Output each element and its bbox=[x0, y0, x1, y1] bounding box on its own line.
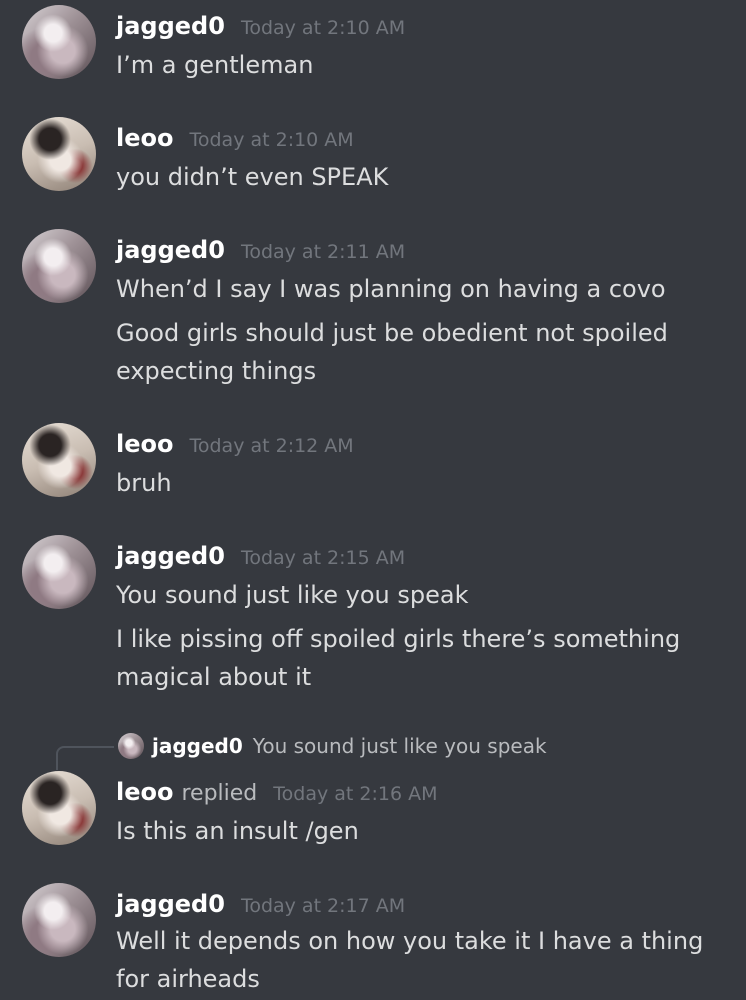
username[interactable]: leoo bbox=[116, 778, 173, 806]
timestamp[interactable]: Today at 2:10 AM bbox=[189, 129, 353, 151]
replied-label: replied bbox=[181, 781, 258, 806]
reply-preview[interactable]: jagged0 You sound just like you speak bbox=[118, 733, 547, 759]
avatar-jagged0[interactable] bbox=[22, 535, 96, 609]
timestamp[interactable]: Today at 2:16 AM bbox=[273, 783, 437, 805]
message-text: I’m a gentleman bbox=[116, 51, 314, 79]
reply-text[interactable]: You sound just like you speak bbox=[253, 734, 547, 758]
message-header: jagged0 Today at 2:11 AM bbox=[116, 236, 405, 264]
timestamp[interactable]: Today at 2:17 AM bbox=[241, 895, 405, 917]
message-text: for airheads bbox=[116, 965, 260, 993]
message-text: You sound just like you speak bbox=[116, 581, 469, 609]
message-text: Well it depends on how you take it I hav… bbox=[116, 927, 704, 955]
avatar-leoo[interactable] bbox=[22, 771, 96, 845]
message-text: Good girls should just be obedient not s… bbox=[116, 319, 668, 347]
message-text: bruh bbox=[116, 469, 172, 497]
username[interactable]: jagged0 bbox=[116, 542, 225, 570]
timestamp[interactable]: Today at 2:15 AM bbox=[241, 547, 405, 569]
message-header: jagged0 Today at 2:10 AM bbox=[116, 12, 405, 40]
reply-connector bbox=[56, 746, 114, 770]
avatar-jagged0[interactable] bbox=[22, 5, 96, 79]
message-text: Is this an insult /gen bbox=[116, 817, 359, 845]
message-header: jagged0 Today at 2:17 AM bbox=[116, 890, 405, 918]
avatar-jagged0[interactable] bbox=[22, 229, 96, 303]
message-header: leoo replied Today at 2:16 AM bbox=[116, 778, 438, 806]
timestamp[interactable]: Today at 2:12 AM bbox=[189, 435, 353, 457]
avatar-jagged0[interactable] bbox=[22, 883, 96, 957]
reply-username[interactable]: jagged0 bbox=[152, 734, 243, 758]
message-text: you didn’t even SPEAK bbox=[116, 163, 389, 191]
message-text: magical about it bbox=[116, 663, 312, 691]
avatar-leoo[interactable] bbox=[22, 117, 96, 191]
username[interactable]: leoo bbox=[116, 124, 173, 152]
message-header: leoo Today at 2:10 AM bbox=[116, 124, 354, 152]
username[interactable]: jagged0 bbox=[116, 236, 225, 264]
avatar-leoo[interactable] bbox=[22, 423, 96, 497]
timestamp[interactable]: Today at 2:11 AM bbox=[241, 241, 405, 263]
message-text: I like pissing off spoiled girls there’s… bbox=[116, 625, 681, 653]
username[interactable]: jagged0 bbox=[116, 890, 225, 918]
username[interactable]: leoo bbox=[116, 430, 173, 458]
message-text: expecting things bbox=[116, 357, 317, 385]
message-text: When’d I say I was planning on having a … bbox=[116, 275, 666, 303]
timestamp[interactable]: Today at 2:10 AM bbox=[241, 17, 405, 39]
username[interactable]: jagged0 bbox=[116, 12, 225, 40]
message-header: jagged0 Today at 2:15 AM bbox=[116, 542, 405, 570]
reply-avatar-jagged0 bbox=[118, 733, 144, 759]
message-header: leoo Today at 2:12 AM bbox=[116, 430, 354, 458]
